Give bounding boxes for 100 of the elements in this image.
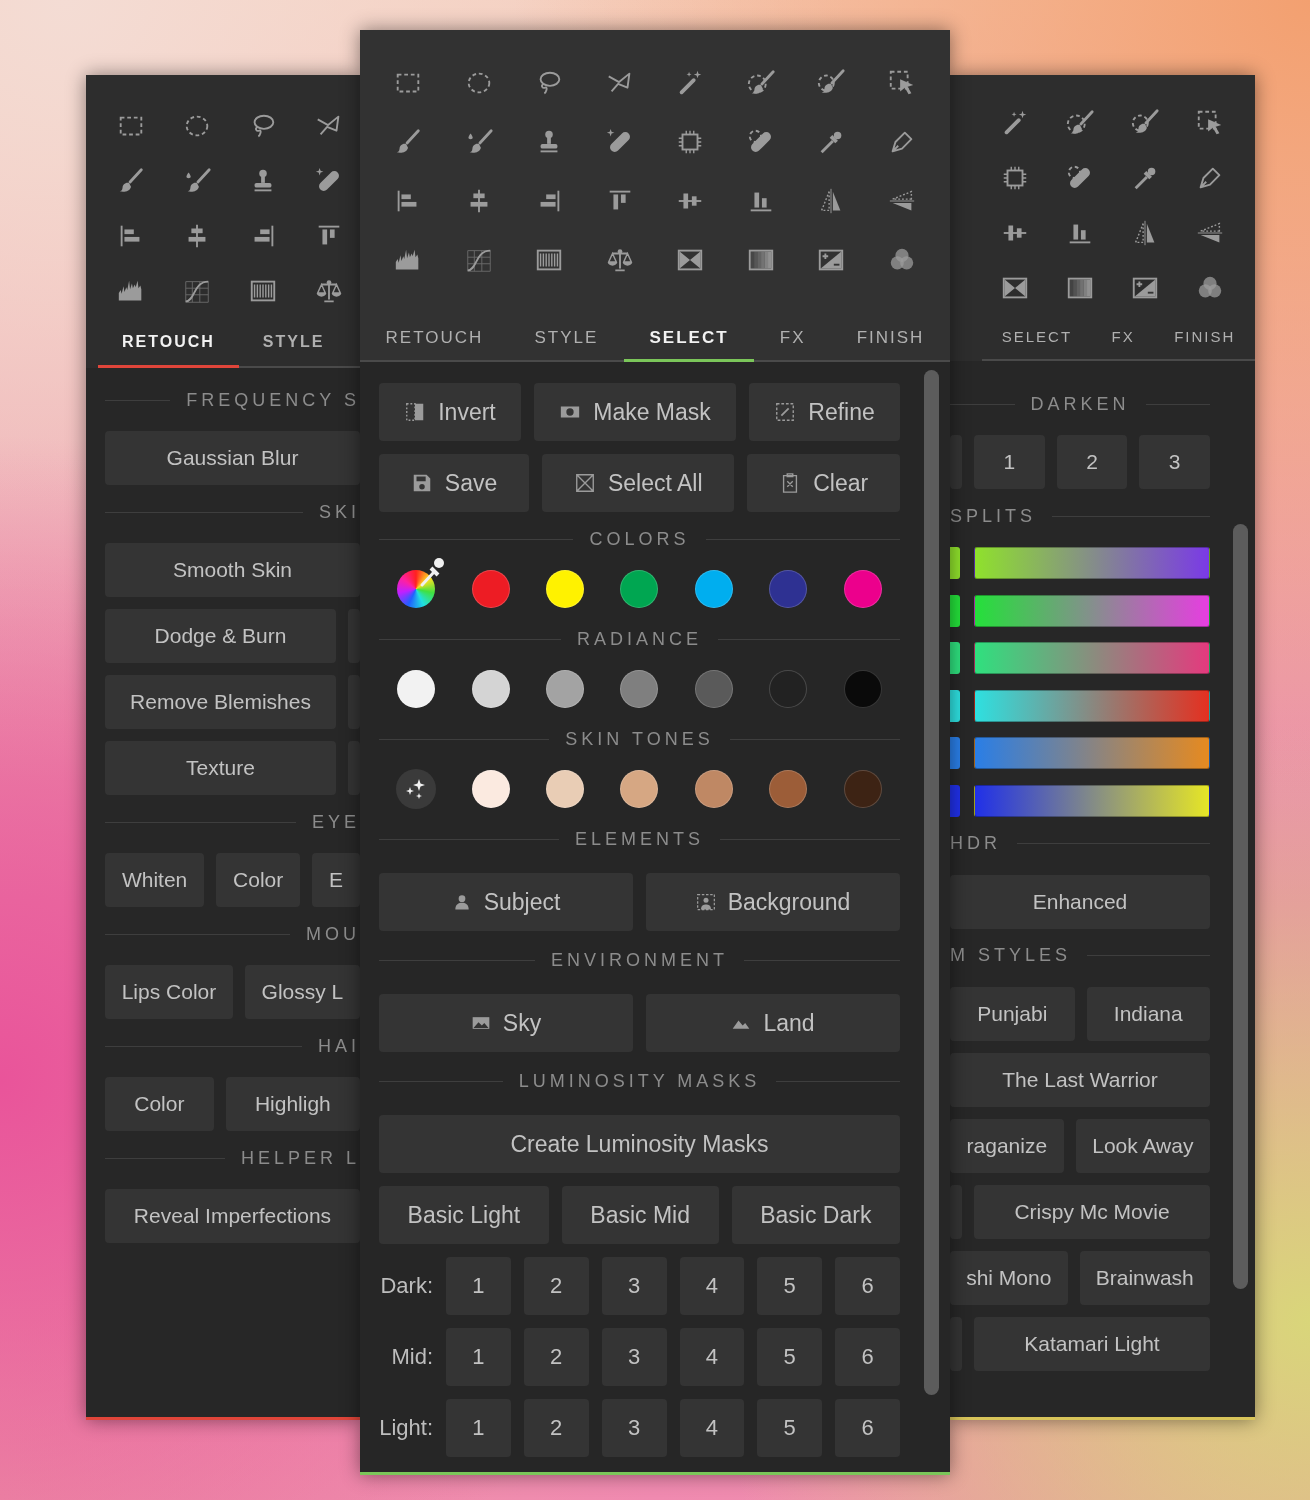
action-button[interactable]: Create Luminosity Masks bbox=[379, 1115, 900, 1173]
action-button[interactable]: Subject bbox=[379, 873, 633, 931]
level-button[interactable]: 6 bbox=[835, 1257, 900, 1315]
color-swatch[interactable] bbox=[620, 570, 659, 608]
preset-button[interactable]: Color bbox=[216, 853, 301, 907]
level-button[interactable]: 5 bbox=[757, 1399, 823, 1457]
scrollbar[interactable] bbox=[1233, 524, 1248, 1289]
level-button[interactable]: 3 bbox=[601, 1257, 667, 1315]
gradient-bar[interactable] bbox=[974, 547, 1210, 579]
preset-button[interactable]: Enhanced bbox=[950, 874, 1210, 929]
preset-button[interactable]: 3 bbox=[1139, 435, 1210, 489]
preset-button[interactable]: Lips Color bbox=[105, 965, 233, 1019]
color-swatch[interactable] bbox=[620, 670, 659, 708]
color-swatch[interactable] bbox=[546, 770, 585, 808]
tab[interactable]: STYLE bbox=[238, 318, 349, 368]
action-button[interactable]: Land bbox=[646, 994, 900, 1052]
color-chip[interactable] bbox=[950, 784, 960, 817]
preset-button[interactable]: Brainwash bbox=[1079, 1250, 1210, 1305]
level-button[interactable]: 6 bbox=[835, 1328, 900, 1386]
action-button[interactable]: Background bbox=[646, 873, 900, 931]
tab[interactable]: SELECT bbox=[982, 315, 1092, 361]
action-button[interactable]: Basic Dark bbox=[731, 1186, 900, 1244]
tab[interactable]: FX bbox=[1091, 315, 1155, 361]
gradient-bar[interactable] bbox=[974, 784, 1210, 817]
color-wheel-button[interactable] bbox=[397, 570, 436, 608]
color-swatch[interactable] bbox=[694, 570, 733, 608]
level-button[interactable]: 2 bbox=[523, 1257, 589, 1315]
action-button[interactable]: Clear bbox=[747, 454, 900, 512]
level-button[interactable]: 6 bbox=[835, 1399, 900, 1457]
color-swatch[interactable] bbox=[843, 570, 882, 608]
action-button[interactable]: Sky bbox=[379, 994, 633, 1052]
color-chip[interactable] bbox=[950, 594, 960, 627]
action-button[interactable]: Save bbox=[379, 454, 530, 512]
preset-button[interactable]: Punjabi bbox=[950, 986, 1075, 1041]
level-button[interactable]: 2 bbox=[523, 1328, 589, 1386]
color-swatch[interactable] bbox=[694, 770, 733, 808]
preset-button[interactable]: Whiten bbox=[105, 853, 205, 907]
preset-button[interactable]: shi Mono bbox=[950, 1250, 1068, 1305]
preset-button[interactable]: Remove Blemishes bbox=[105, 675, 336, 729]
preset-button[interactable]: The Last Warrior bbox=[950, 1052, 1210, 1107]
color-swatch[interactable] bbox=[620, 770, 659, 808]
level-button[interactable]: 4 bbox=[679, 1328, 745, 1386]
color-chip[interactable] bbox=[950, 547, 960, 579]
color-swatch[interactable] bbox=[694, 670, 733, 708]
preset-button[interactable]: Reveal Imperfections bbox=[105, 1189, 360, 1243]
preset-button[interactable]: Gaussian Blur bbox=[105, 431, 360, 485]
tab[interactable]: FINISH bbox=[1154, 315, 1255, 361]
level-button[interactable]: 1 bbox=[446, 1257, 511, 1315]
action-button[interactable]: Refine bbox=[749, 383, 900, 441]
color-swatch[interactable] bbox=[397, 670, 436, 708]
color-swatch[interactable] bbox=[471, 770, 510, 808]
level-button[interactable]: 3 bbox=[601, 1399, 667, 1457]
color-swatch[interactable] bbox=[843, 770, 882, 808]
tab[interactable]: STYLE bbox=[508, 316, 624, 362]
action-button[interactable]: Invert bbox=[379, 383, 521, 441]
tab[interactable]: SELECT bbox=[623, 316, 755, 362]
preset-button[interactable]: Color bbox=[105, 1077, 214, 1131]
color-swatch[interactable] bbox=[471, 670, 510, 708]
preset-button[interactable]: Katamari Light bbox=[974, 1316, 1210, 1371]
level-button[interactable]: 4 bbox=[679, 1257, 745, 1315]
tab[interactable]: FINISH bbox=[831, 316, 950, 362]
gradient-bar[interactable] bbox=[974, 594, 1210, 627]
color-swatch[interactable] bbox=[546, 570, 585, 608]
preset-button[interactable]: Smooth Skin bbox=[105, 543, 360, 597]
level-button[interactable]: 4 bbox=[679, 1399, 745, 1457]
level-button[interactable]: 3 bbox=[601, 1328, 667, 1386]
preset-button[interactable]: 1 bbox=[974, 435, 1045, 489]
color-swatch[interactable] bbox=[546, 670, 585, 708]
preset-button[interactable]: 2 bbox=[1056, 435, 1128, 489]
level-button[interactable]: 1 bbox=[446, 1399, 511, 1457]
level-button[interactable]: 2 bbox=[523, 1399, 589, 1457]
level-button[interactable]: 5 bbox=[757, 1328, 823, 1386]
scrollbar[interactable] bbox=[924, 370, 939, 1395]
preset-button[interactable]: E bbox=[312, 853, 360, 907]
preset-button[interactable]: raganize bbox=[950, 1118, 1064, 1173]
color-chip[interactable] bbox=[950, 689, 960, 722]
preset-button[interactable]: Highligh bbox=[225, 1077, 360, 1131]
tab[interactable]: RETOUCH bbox=[98, 318, 239, 368]
action-button[interactable]: Select All bbox=[542, 454, 735, 512]
color-swatch[interactable] bbox=[769, 570, 808, 608]
preset-button[interactable]: Texture bbox=[105, 741, 336, 795]
color-chip[interactable] bbox=[950, 737, 960, 769]
gradient-bar[interactable] bbox=[974, 689, 1210, 722]
preset-button[interactable]: Crispy Mc Movie bbox=[974, 1184, 1210, 1239]
action-button[interactable]: Basic Light bbox=[379, 1186, 549, 1244]
color-swatch[interactable] bbox=[769, 670, 808, 708]
level-button[interactable]: 1 bbox=[446, 1328, 511, 1386]
level-button[interactable]: 5 bbox=[757, 1257, 823, 1315]
color-swatch[interactable] bbox=[769, 770, 808, 808]
preset-button[interactable]: Dodge & Burn bbox=[105, 609, 336, 663]
color-swatch[interactable] bbox=[471, 570, 510, 608]
tab[interactable]: FX bbox=[754, 316, 832, 362]
auto-tone-button[interactable] bbox=[396, 769, 437, 809]
color-chip[interactable] bbox=[950, 642, 960, 674]
color-swatch[interactable] bbox=[843, 670, 882, 708]
preset-button[interactable]: Look Away bbox=[1075, 1118, 1210, 1173]
tab[interactable]: RETOUCH bbox=[360, 316, 509, 362]
action-button[interactable]: Make Mask bbox=[534, 383, 737, 441]
preset-button[interactable]: Indiana bbox=[1086, 986, 1210, 1041]
preset-button[interactable]: Glossy L bbox=[244, 965, 360, 1019]
